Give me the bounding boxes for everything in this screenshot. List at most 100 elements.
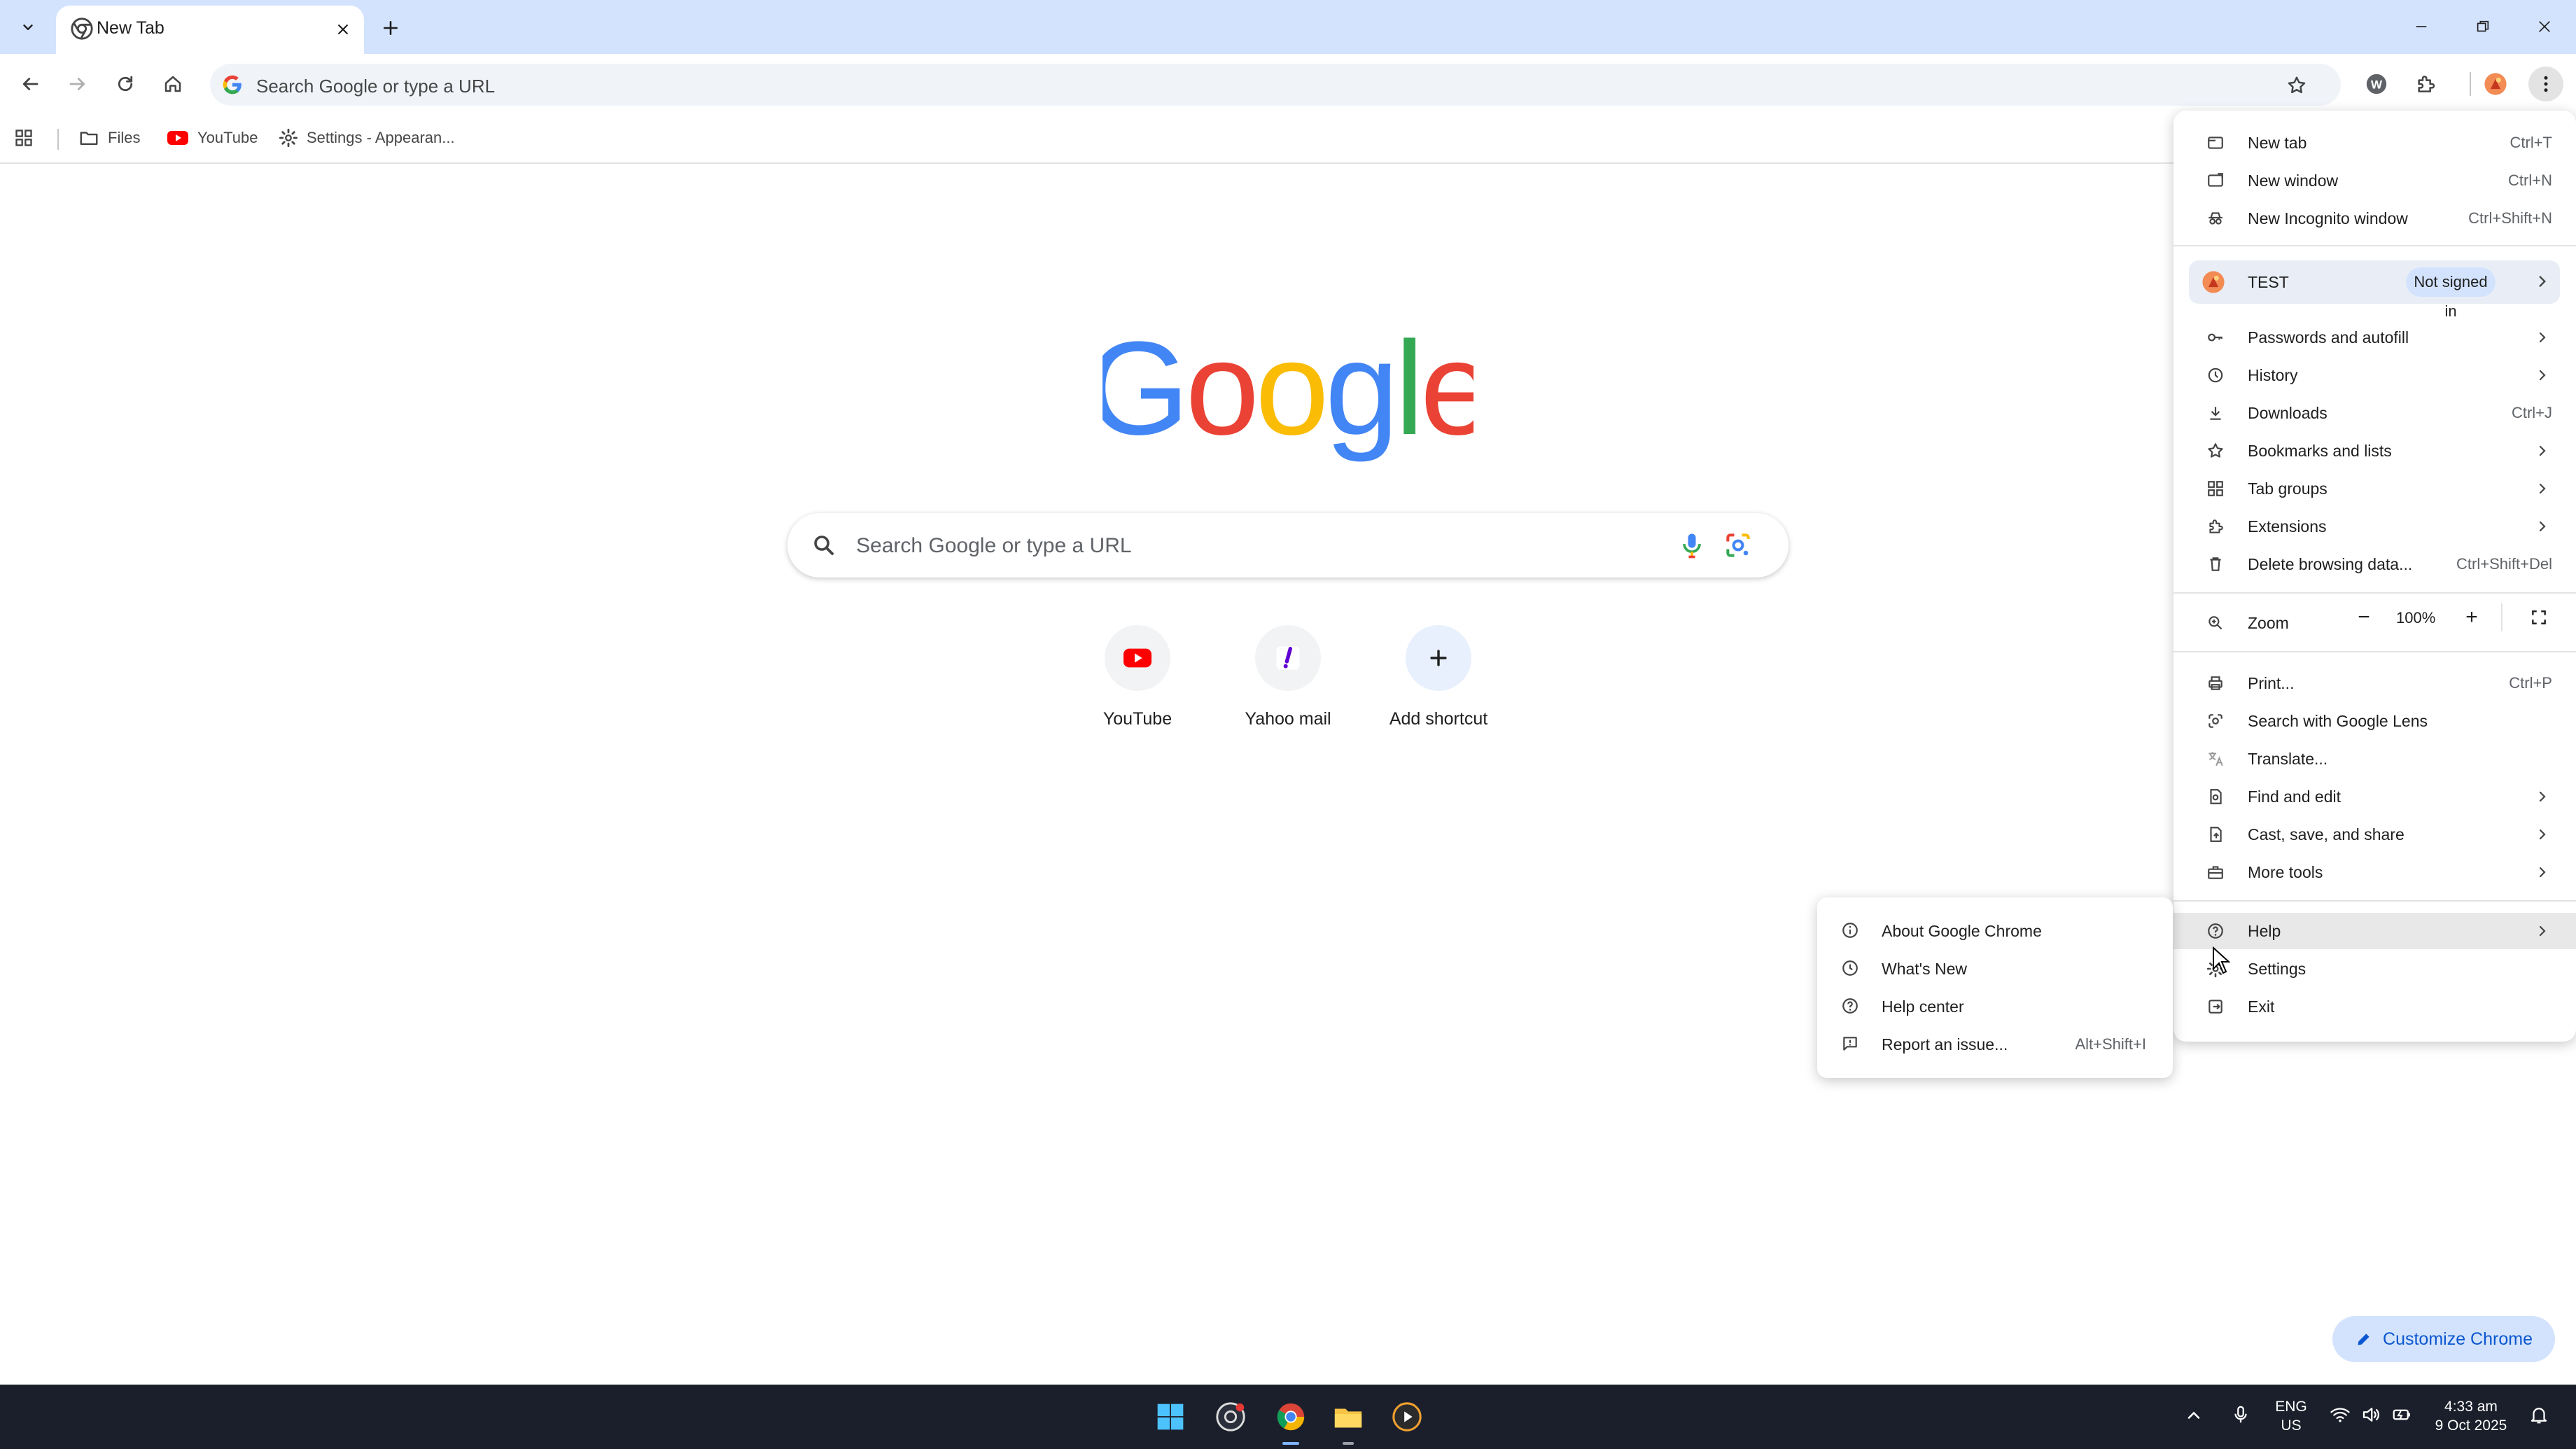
customize-chrome-button[interactable]: Customize Chrome (2332, 1316, 2555, 1362)
tab-search-button[interactable] (10, 10, 46, 45)
extension-w-icon: W (2365, 72, 2388, 96)
menu-help[interactable]: Help (2174, 913, 2576, 949)
show-hidden-icons-button[interactable] (2184, 1406, 2204, 1425)
menu-google-lens[interactable]: Search with Google Lens (2174, 703, 2576, 739)
menu-separator (2174, 900, 2576, 902)
menu-print[interactable]: Print... Ctrl+P (2174, 665, 2576, 701)
chevron-right-icon (2533, 862, 2552, 882)
menu-separator (2174, 651, 2576, 652)
menu-new-incognito[interactable]: New Incognito window Ctrl+Shift+N (2174, 200, 2576, 237)
help-center[interactable]: Help center (1817, 987, 2173, 1025)
help-icon (2206, 921, 2225, 941)
star-icon (2286, 75, 2307, 96)
menu-settings[interactable]: Settings (2174, 951, 2576, 987)
taskbar-app-recorder[interactable] (1210, 1396, 1252, 1438)
google-lens-icon[interactable] (1723, 530, 1754, 561)
exit-icon (2206, 997, 2225, 1016)
shortcut-add[interactable]: Add shortcut (1372, 620, 1505, 738)
logo-letter-2: o (1255, 329, 1325, 462)
history-icon (2206, 365, 2225, 385)
minimize-button[interactable] (2400, 8, 2443, 45)
menu-history[interactable]: History (2174, 357, 2576, 393)
bookmark-settings[interactable]: Settings - Appearan... (279, 122, 455, 154)
bookmark-youtube[interactable]: YouTube (167, 122, 258, 154)
menu-find-edit[interactable]: Find and edit (2174, 778, 2576, 815)
bell-icon (2528, 1404, 2549, 1425)
menu-tab-groups[interactable]: Tab groups (2174, 470, 2576, 507)
back-button[interactable] (13, 66, 48, 102)
menu-passwords[interactable]: Passwords and autofill (2174, 319, 2576, 356)
menu-exit[interactable]: Exit (2174, 988, 2576, 1025)
bookmark-label: YouTube (197, 129, 258, 146)
folder-icon (78, 127, 99, 148)
reload-button[interactable] (108, 66, 143, 102)
help-about-chrome[interactable]: About Google Chrome (1817, 911, 2173, 949)
chrome-menu-button[interactable] (2528, 66, 2563, 102)
zoom-out-button[interactable]: − (2348, 602, 2379, 633)
bookmark-files[interactable]: Files (78, 122, 140, 154)
menu-label: Exit (2248, 997, 2275, 1016)
incognito-icon (2206, 209, 2225, 228)
restore-button[interactable] (2461, 8, 2505, 45)
menu-label: Delete browsing data... (2248, 555, 2413, 573)
language-indicator[interactable]: ENG US (2265, 1397, 2317, 1435)
voice-search-icon[interactable] (1676, 530, 1707, 561)
shortcut-youtube[interactable]: YouTube (1071, 620, 1204, 738)
home-button[interactable] (155, 66, 190, 102)
windows-logo-icon (1155, 1401, 1186, 1432)
menu-downloads[interactable]: Downloads Ctrl+J (2174, 395, 2576, 431)
start-button[interactable] (1149, 1396, 1191, 1438)
menu-profile[interactable]: TEST Not signed in (2189, 260, 2560, 320)
microphone-tray-icon[interactable] (2230, 1404, 2251, 1425)
help-report-issue[interactable]: Report an issue... Alt+Shift+I (1817, 1025, 2173, 1063)
menu-extensions[interactable]: Extensions (2174, 508, 2576, 545)
menu-label: Find and edit (2248, 788, 2341, 806)
menu-shortcut: Ctrl+T (2510, 134, 2553, 151)
menu-translate[interactable]: Translate... (2174, 741, 2576, 777)
taskbar-app-file-explorer[interactable] (1327, 1396, 1369, 1445)
new-tab-button[interactable] (375, 13, 406, 43)
forward-button[interactable] (60, 66, 95, 102)
microphone-icon (2230, 1404, 2251, 1425)
menu-delete-data[interactable]: Delete browsing data... Ctrl+Shift+Del (2174, 546, 2576, 582)
shortcut-label: YouTube (1102, 709, 1172, 729)
close-window-button[interactable] (2523, 8, 2566, 45)
ntp-search-box[interactable]: Search Google or type a URL (788, 513, 1788, 578)
taskbar-app-chrome[interactable] (1270, 1396, 1312, 1445)
language-top: ENG (2275, 1399, 2307, 1415)
logo-letter-3: g (1325, 329, 1395, 462)
menu-label: Bookmarks and lists (2248, 442, 2392, 460)
chevron-up-icon (2184, 1406, 2204, 1425)
profile-button[interactable] (2478, 66, 2513, 102)
tab-new-tab[interactable]: New Tab (56, 6, 364, 54)
sign-in-status-badge: Not signed in (2406, 267, 2496, 320)
menu-new-tab[interactable]: New tab Ctrl+T (2174, 125, 2576, 161)
extension-w-button[interactable]: W (2359, 66, 2394, 102)
chrome-menu: New tab Ctrl+T New window Ctrl+N New Inc… (2174, 111, 2576, 1042)
omnibox[interactable]: Search Google or type a URL (210, 64, 2341, 106)
fullscreen-button[interactable] (2524, 602, 2554, 633)
apps-button[interactable] (14, 122, 34, 154)
notifications-button[interactable] (2528, 1404, 2549, 1425)
shortcut-yahoo-mail[interactable]: Yahoo mail (1222, 620, 1354, 738)
extensions-button[interactable] (2408, 66, 2443, 102)
menu-label: Tab groups (2248, 479, 2328, 498)
clock-time: 4:33 am (2444, 1399, 2498, 1415)
menu-new-window[interactable]: New window Ctrl+N (2174, 162, 2576, 199)
tab-title: New Tab (97, 18, 164, 38)
zoom-in-button[interactable]: + (2456, 602, 2487, 633)
chevron-right-icon (2533, 441, 2552, 461)
help-whats-new[interactable]: What's New (1817, 949, 2173, 987)
system-tray-status[interactable] (2330, 1404, 2412, 1425)
chrome-favicon-icon (70, 17, 94, 41)
menu-more-tools[interactable]: More tools (2174, 854, 2576, 890)
taskbar-app-media-player[interactable] (1386, 1396, 1428, 1438)
arrow-left-icon (20, 74, 41, 94)
menu-cast-share[interactable]: Cast, save, and share (2174, 816, 2576, 853)
clock[interactable]: 4:33 am 9 Oct 2025 (2429, 1397, 2513, 1435)
plus-icon (382, 19, 400, 37)
tab-close-button[interactable] (329, 15, 357, 43)
menu-bookmarks[interactable]: Bookmarks and lists (2174, 433, 2576, 469)
bookmark-star-button[interactable] (2282, 71, 2311, 100)
svg-text:Google: Google (1102, 329, 1474, 462)
